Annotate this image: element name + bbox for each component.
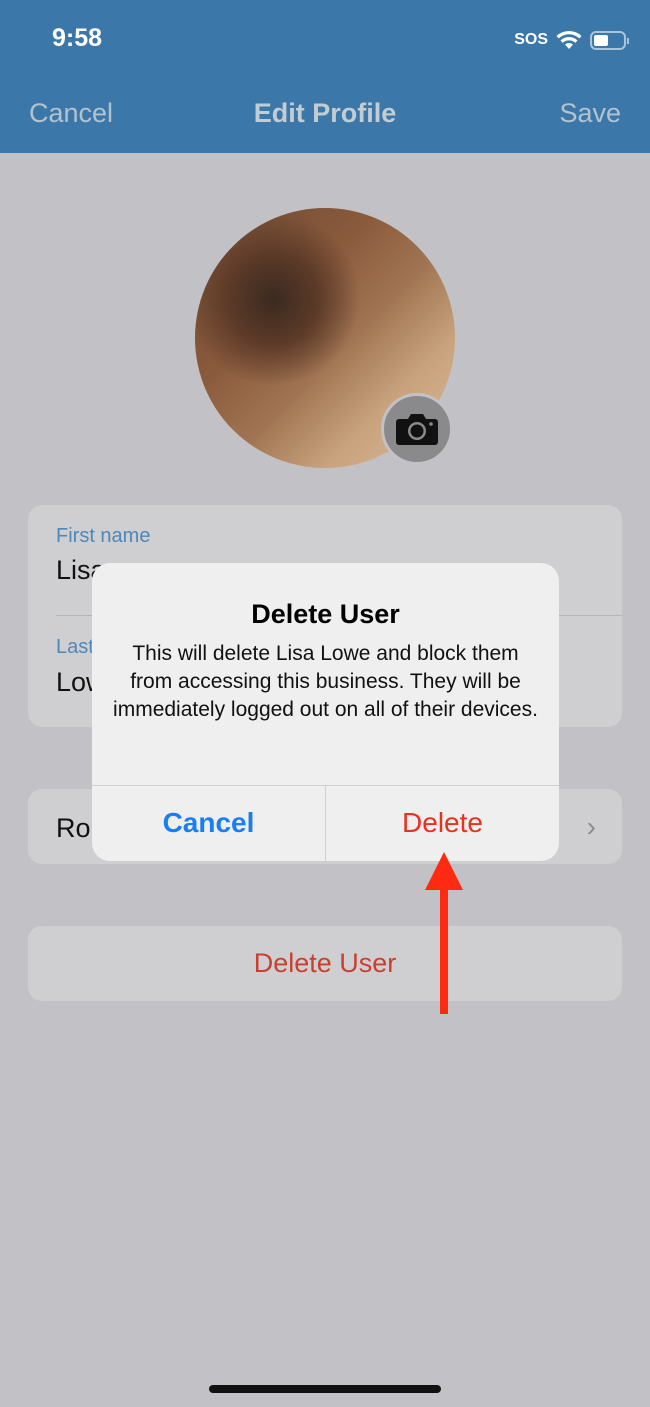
change-photo-button[interactable] (381, 393, 453, 465)
first-name-label: First name (56, 525, 151, 547)
delete-user-label: Delete User (253, 948, 397, 978)
cancel-button[interactable]: Cancel (29, 98, 113, 129)
wifi-icon (556, 30, 582, 49)
alert-delete-button[interactable]: Delete (326, 785, 559, 861)
alert-cancel-button[interactable]: Cancel (92, 785, 325, 861)
save-button[interactable]: Save (559, 98, 621, 129)
navigation-bar: 9:58 SOS Cancel Edit Profile Save (0, 0, 650, 153)
home-indicator (209, 1385, 441, 1393)
carrier-status: SOS (514, 31, 548, 48)
status-time: 9:58 (52, 24, 103, 52)
chevron-right-icon: › (586, 811, 596, 842)
alert-title: Delete User (251, 599, 400, 629)
annotation-arrow-icon (425, 852, 463, 1014)
battery-icon (590, 30, 629, 50)
delete-user-button[interactable]: Delete User (28, 926, 622, 1001)
alert-message: This will delete Lisa Lowe and block the… (113, 642, 538, 721)
camera-icon (396, 414, 438, 445)
delete-user-alert: Delete User This will delete Lisa Lowe a… (92, 563, 559, 861)
status-icons: SOS (514, 30, 629, 50)
